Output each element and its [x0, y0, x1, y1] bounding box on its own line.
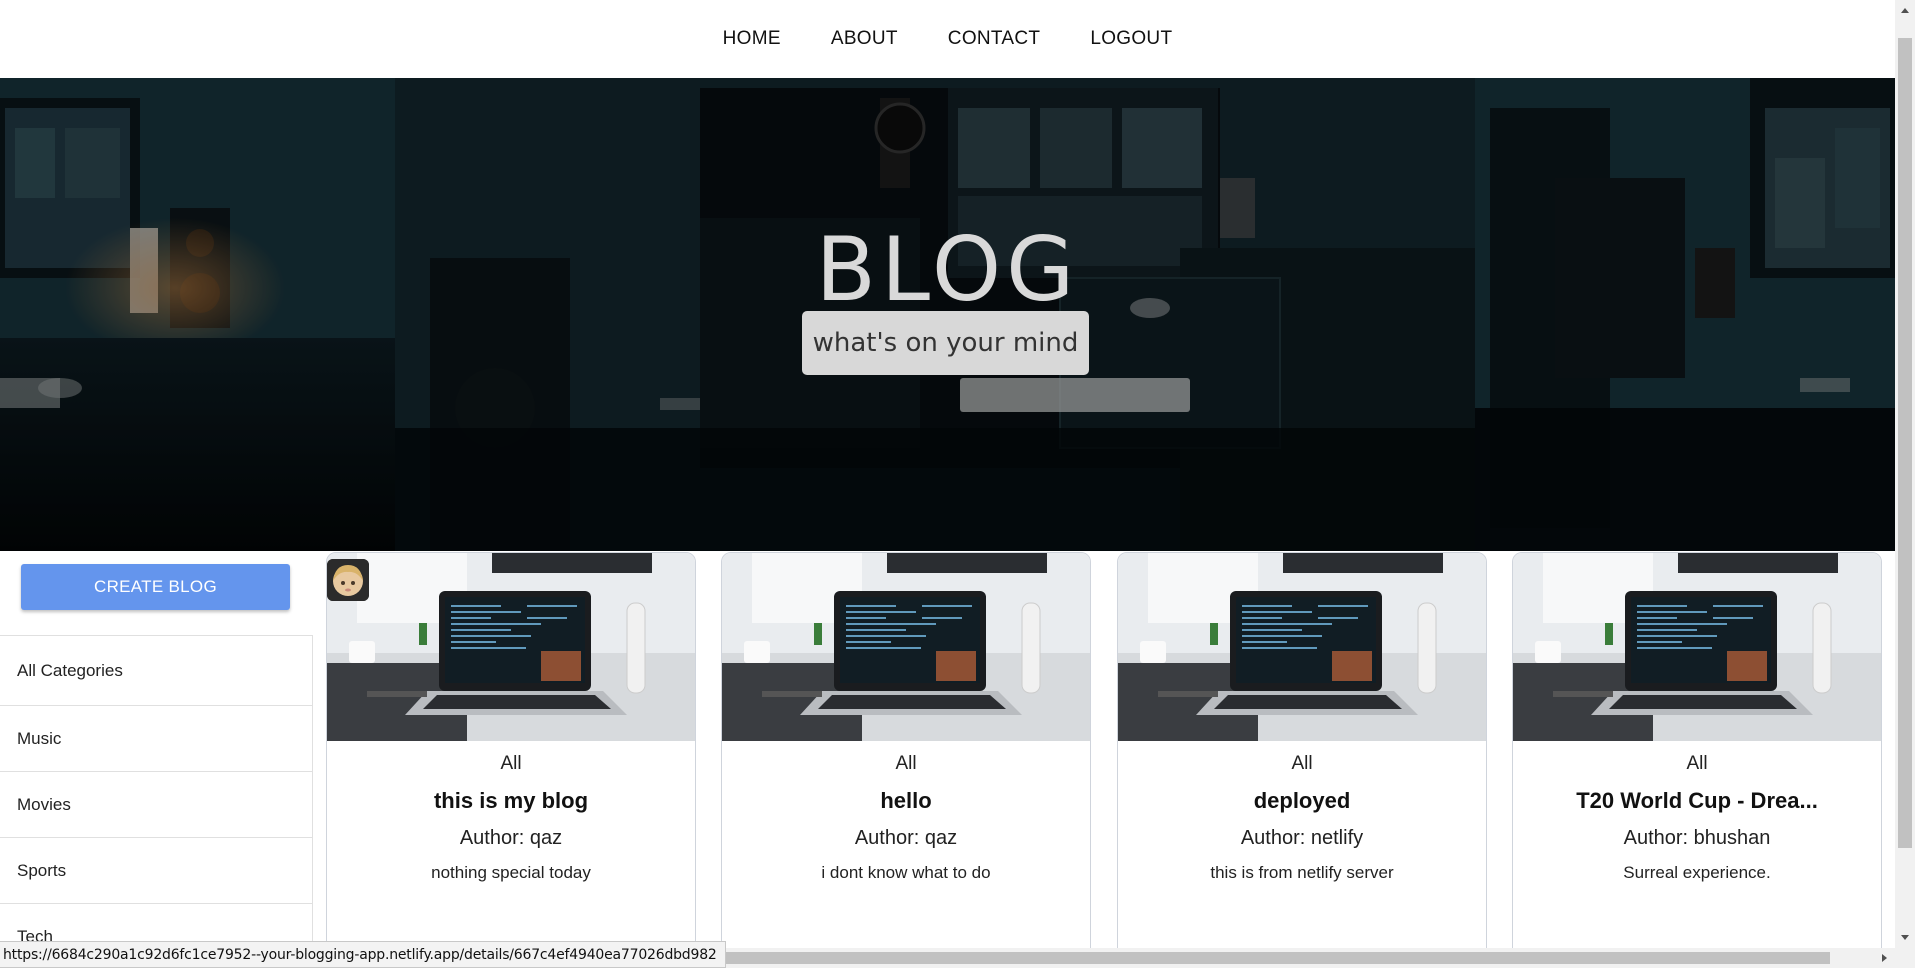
- vertical-scrollbar[interactable]: [1895, 0, 1915, 968]
- post-title: this is my blog: [433, 788, 589, 813]
- post-category: All: [1686, 753, 1708, 774]
- laptop-image: [1118, 553, 1486, 741]
- hero-title: BLOG: [815, 218, 1080, 321]
- post-card[interactable]: All hello Author: qaz i dont know what t…: [721, 552, 1091, 952]
- nav-contact-link[interactable]: CONTACT: [948, 28, 1041, 50]
- nav-home-link[interactable]: HOME: [723, 28, 781, 50]
- laptop-image: [327, 553, 695, 741]
- category-list: All Categories Music Movies Sports Tech: [0, 635, 313, 968]
- page: HOME ABOUT CONTACT LOGOUT BLOG what's on…: [0, 0, 1915, 968]
- post-category: All: [1291, 753, 1313, 774]
- category-movies[interactable]: Movies: [0, 772, 312, 838]
- status-bar-url: https://6684c290a1c92d6fc1ce7952--your-b…: [0, 941, 726, 968]
- vertical-scroll-thumb[interactable]: [1898, 38, 1912, 848]
- post-thumbnail: [1513, 553, 1881, 741]
- post-title: hello: [880, 788, 932, 813]
- hero-banner: BLOG what's on your mind: [0, 78, 1895, 551]
- post-thumbnail: [327, 553, 695, 741]
- post-description: i dont know what to do: [821, 863, 991, 882]
- category-sidebar: CREATE BLOG All Categories Music Movies …: [0, 551, 313, 968]
- post-category: All: [500, 753, 522, 774]
- post-card[interactable]: All this is my blog Author: qaz nothing …: [326, 552, 696, 952]
- scroll-up-icon[interactable]: [1895, 0, 1915, 20]
- category-all[interactable]: All Categories: [0, 636, 312, 706]
- create-blog-button[interactable]: CREATE BLOG: [21, 564, 290, 610]
- post-author: Author: bhushan: [1623, 827, 1771, 849]
- laptop-image: [722, 553, 1090, 741]
- post-thumbnail: [722, 553, 1090, 741]
- avatar-image: [327, 559, 369, 601]
- category-sports[interactable]: Sports: [0, 838, 312, 904]
- top-nav: HOME ABOUT CONTACT LOGOUT: [0, 0, 1895, 78]
- laptop-image: [1513, 553, 1881, 741]
- post-author: Author: netlify: [1240, 827, 1364, 849]
- post-author: Author: qaz: [459, 827, 563, 849]
- post-card[interactable]: All T20 World Cup - Drea... Author: bhus…: [1512, 552, 1882, 952]
- post-thumbnail: [1118, 553, 1486, 741]
- nav-logout-link[interactable]: LOGOUT: [1090, 28, 1172, 50]
- post-title: T20 World Cup - Drea...: [1576, 788, 1818, 813]
- scroll-right-icon[interactable]: [1875, 948, 1895, 968]
- post-description: this is from netlify server: [1210, 863, 1394, 882]
- nav-about-link[interactable]: ABOUT: [831, 28, 898, 50]
- scroll-down-icon[interactable]: [1895, 928, 1915, 948]
- post-description: nothing special today: [431, 863, 591, 882]
- post-card[interactable]: All deployed Author: netlify this is fro…: [1117, 552, 1487, 952]
- post-category: All: [895, 753, 917, 774]
- post-title: deployed: [1253, 788, 1351, 813]
- category-music[interactable]: Music: [0, 706, 312, 772]
- user-avatar-icon[interactable]: [327, 559, 369, 601]
- hero-subtitle: what's on your mind: [802, 311, 1089, 375]
- post-description: Surreal experience.: [1623, 863, 1771, 882]
- post-author: Author: qaz: [854, 827, 958, 849]
